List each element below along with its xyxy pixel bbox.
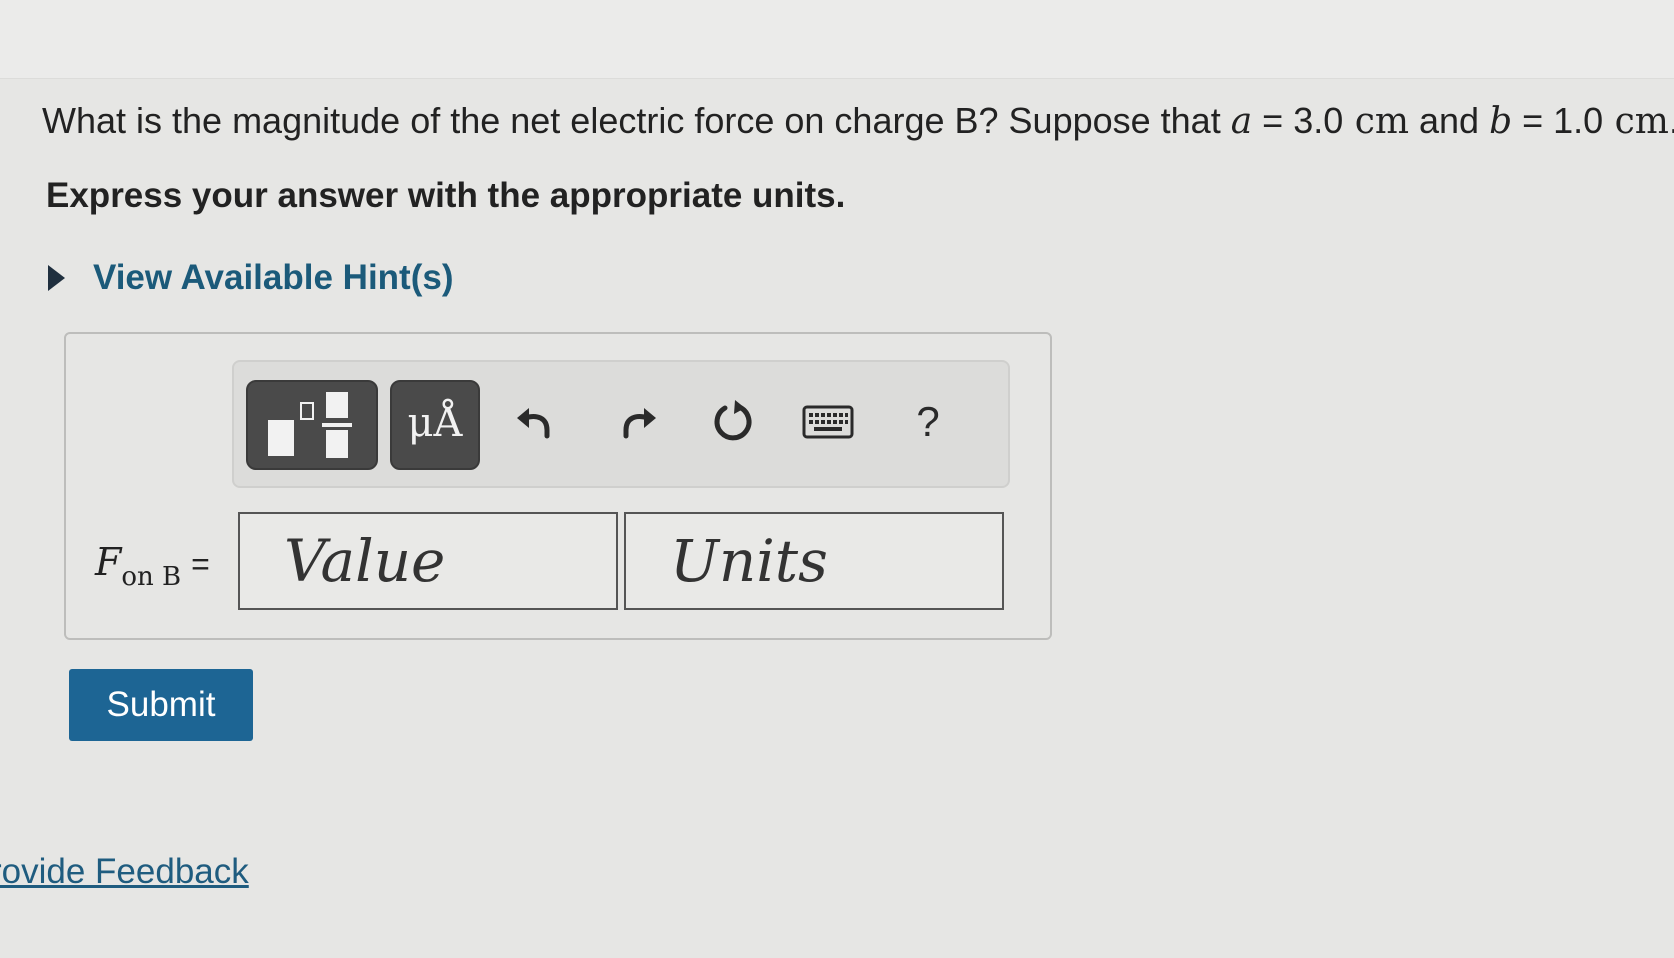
hints-label: View Available Hint(s) (93, 258, 454, 297)
submit-button[interactable]: Submit (69, 669, 253, 741)
question-prefix: What is the magnitude of the net electri… (42, 100, 1231, 141)
redo-button[interactable] (608, 392, 668, 452)
units-icon: μÅ (407, 400, 463, 446)
units-button[interactable]: μÅ (390, 380, 480, 470)
answer-equals: = (191, 546, 210, 582)
redo-icon (623, 408, 656, 439)
reset-icon (714, 400, 752, 441)
help-button[interactable]: ? (898, 392, 958, 452)
value-b: 1.0 (1553, 100, 1604, 141)
answer-variable: F (95, 540, 122, 584)
value-placeholder: Value (284, 527, 446, 595)
unit-a: cm (1343, 101, 1409, 142)
variable-a: a (1230, 101, 1253, 142)
provide-feedback-link[interactable]: rovide Feedback (0, 852, 249, 892)
value-input[interactable]: Value (238, 512, 618, 610)
question-text: What is the magnitude of the net electri… (42, 100, 1674, 142)
reset-button[interactable] (703, 392, 763, 452)
undo-button[interactable] (505, 392, 565, 452)
question-period: . (1669, 100, 1674, 141)
hints-toggle[interactable]: View Available Hint(s) (48, 258, 453, 298)
help-icon: ? (916, 398, 940, 445)
variable-b: b (1489, 101, 1513, 142)
top-band (0, 0, 1674, 79)
answer-label: Fon B = (95, 540, 210, 592)
templates-button[interactable] (246, 380, 378, 470)
instruction-text: Express your answer with the appropriate… (46, 176, 846, 215)
equals-a: = (1252, 100, 1294, 141)
units-input[interactable]: Units (624, 512, 1004, 610)
equals-b: = (1512, 100, 1554, 141)
units-placeholder: Units (670, 527, 828, 595)
unit-b: cm (1603, 101, 1669, 142)
undo-icon (517, 408, 550, 439)
keyboard-button[interactable] (798, 392, 858, 452)
answer-subscript: on B (121, 562, 182, 592)
caret-right-icon (48, 265, 65, 291)
keyboard-icon (802, 405, 854, 439)
value-a: 3.0 (1293, 100, 1344, 141)
and-text: and (1409, 100, 1490, 141)
